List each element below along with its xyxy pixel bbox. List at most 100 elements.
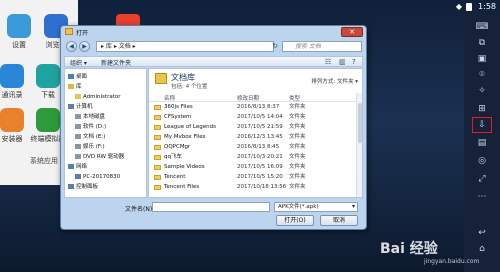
nav-tree-label: 网络	[76, 164, 88, 170]
nav-tree-item[interactable]: Administrator	[75, 93, 121, 101]
nav-tree-item[interactable]: 库	[68, 83, 82, 91]
nav-tree-label: 控制面板	[76, 184, 99, 190]
file-row[interactable]: League of Legends 2017/10/5 21:59 文件夹	[149, 123, 362, 132]
file-type: 文件夹	[289, 114, 306, 120]
library-subtitle[interactable]: 包括: 4 个位置	[171, 82, 207, 90]
file-date: 2016/8/13 8:45	[237, 144, 280, 150]
app-settings[interactable]: 设置	[1, 14, 37, 50]
column-name[interactable]: 名称	[164, 94, 175, 102]
contacts-icon	[0, 64, 24, 88]
multi-open-icon[interactable]: ⧉	[473, 36, 491, 50]
nav-tree-item[interactable]: PC-20170830	[75, 173, 120, 181]
nav-tree-label: PC-20170830	[83, 174, 121, 180]
nav-tree-item[interactable]: 文档 (E:)	[75, 133, 105, 141]
file-row[interactable]: qq飞车 2017/10/3 20:21 文件夹	[149, 153, 362, 162]
nav-tree-item[interactable]: DVD RW 驱动器	[75, 153, 124, 161]
file-type-select[interactable]: APK文件(*.apk) ▾	[274, 202, 358, 212]
back-icon[interactable]: ↩	[473, 226, 491, 240]
column-headers: 名称 修改日期 类型	[149, 93, 362, 102]
gear-icon	[7, 14, 31, 38]
file-row[interactable]: Sample Videos 2017/10/5 16:09 文件夹	[149, 163, 362, 172]
tree-node-icon	[75, 154, 81, 159]
file-type: 文件夹	[289, 154, 306, 160]
navigation-bar: ◀ ▶ ▸ 库 ▸ 文档 ▸ ↻ ⌕ 搜索 文档	[64, 40, 363, 54]
folder-icon	[154, 185, 161, 190]
nav-tree-item[interactable]: 网络	[68, 163, 87, 171]
app-installer[interactable]: 安装器	[0, 108, 30, 144]
file-type: 文件夹	[289, 134, 306, 140]
folder-icon	[154, 125, 161, 130]
nav-tree-item[interactable]: 计算机	[68, 103, 93, 111]
column-type[interactable]: 类型	[289, 94, 300, 102]
search-input[interactable]: 搜索 文档	[282, 41, 362, 52]
refresh-icon[interactable]: ↻	[270, 41, 280, 52]
battery-icon	[466, 2, 472, 11]
dialog-titlebar[interactable]: 打开 ✕	[61, 26, 366, 38]
nav-tree-label: 文档 (E:)	[83, 134, 106, 140]
record-icon[interactable]: ◎	[473, 154, 491, 168]
command-bar: 组织 ▾ 新建文件夹 ☷ ▥ ?	[64, 56, 363, 67]
folder-icon	[154, 115, 161, 120]
terminal-icon	[36, 108, 60, 132]
file-row[interactable]: CFSystem 2017/10/5 14:04 文件夹	[149, 113, 362, 122]
install-apk-icon[interactable]: ⇩	[472, 117, 492, 133]
keyboard-icon[interactable]: ⌨	[473, 20, 491, 34]
folder-icon	[154, 165, 161, 170]
scrollbar[interactable]	[356, 93, 362, 197]
preview-pane-icon[interactable]: ▥	[339, 58, 346, 66]
location-icon[interactable]: ⌾	[473, 68, 491, 82]
tree-node-icon	[68, 84, 74, 89]
filename-input[interactable]	[152, 202, 270, 212]
tree-node-icon	[68, 164, 74, 169]
folder-icon	[154, 155, 161, 160]
file-date: 2017/10/5 15:20	[237, 174, 283, 180]
folder-icon	[154, 175, 161, 180]
file-date: 2017/10/5 21:59	[237, 124, 283, 130]
new-folder-button[interactable]: 新建文件夹	[101, 58, 131, 67]
open-file-dialog: 打开 ✕ ◀ ▶ ▸ 库 ▸ 文档 ▸ ↻ ⌕ 搜索 文档 组织 ▾ 新建文件夹…	[60, 25, 367, 230]
close-button[interactable]: ✕	[341, 27, 363, 37]
file-name: Tencent	[164, 174, 186, 180]
app-label: 安装器	[1, 135, 23, 143]
file-row[interactable]: Tencent Files 2017/10/18 13:56 文件夹	[149, 183, 362, 192]
cancel-button[interactable]: 取消	[320, 215, 358, 226]
nav-tree-item[interactable]: 娱乐 (F:)	[75, 143, 105, 151]
organize-menu[interactable]: 组织 ▾	[70, 58, 87, 67]
file-name: League of Legends	[164, 124, 216, 130]
dialog-title: 打开	[76, 30, 89, 37]
nav-tree-item[interactable]: 本地磁盘	[75, 113, 105, 121]
fullscreen-icon[interactable]: ⤢	[473, 172, 491, 186]
open-button[interactable]: 打开(O)	[276, 215, 314, 226]
nav-tree-label: 本地磁盘	[83, 114, 106, 120]
home-icon[interactable]: ⌂	[473, 242, 491, 256]
forward-arrow-icon[interactable]: ▶	[79, 41, 90, 52]
nav-tree-label: Administrator	[83, 94, 121, 100]
screenshot-icon[interactable]: ▣	[473, 52, 491, 66]
nav-tree-item[interactable]: 桌面	[68, 73, 87, 81]
nav-tree-item[interactable]: 软件 (D:)	[75, 123, 106, 131]
file-type: 文件夹	[289, 124, 306, 130]
library-icon	[155, 73, 167, 84]
file-date: 2017/10/3 20:21	[237, 154, 283, 160]
file-name: CFSystem	[164, 114, 192, 120]
file-row[interactable]: 360js Files 2016/8/13 8:37 文件夹	[149, 103, 362, 112]
folder-share-icon[interactable]: ▤	[473, 136, 491, 150]
column-date[interactable]: 修改日期	[237, 94, 259, 102]
file-row[interactable]: QQPCMgr 2016/8/13 8:45 文件夹	[149, 143, 362, 152]
file-type: 文件夹	[289, 104, 306, 110]
file-row[interactable]: My Mvbox Files 2016/12/3 13:45 文件夹	[149, 133, 362, 142]
folder-icon	[65, 28, 73, 35]
address-bar[interactable]: ▸ 库 ▸ 文档 ▸	[96, 41, 274, 52]
nav-tree-item[interactable]: 控制面板	[68, 183, 98, 191]
scroll-thumb[interactable]	[358, 103, 362, 143]
arrange-by-dropdown[interactable]: 排列方式: 文件夹 ▾	[311, 77, 358, 85]
file-row[interactable]: Tencent 2017/10/5 15:20 文件夹	[149, 173, 362, 182]
help-icon[interactable]: ?	[352, 58, 356, 66]
add-icon[interactable]: ⊞	[473, 102, 491, 116]
file-name: QQPCMgr	[164, 144, 191, 150]
view-options-icon[interactable]: ☷	[325, 58, 331, 66]
shake-icon[interactable]: ✧	[473, 84, 491, 98]
more-icon[interactable]: ⋯	[473, 190, 491, 204]
app-contacts[interactable]: 通讯录	[0, 64, 30, 100]
back-arrow-icon[interactable]: ◀	[66, 41, 77, 52]
